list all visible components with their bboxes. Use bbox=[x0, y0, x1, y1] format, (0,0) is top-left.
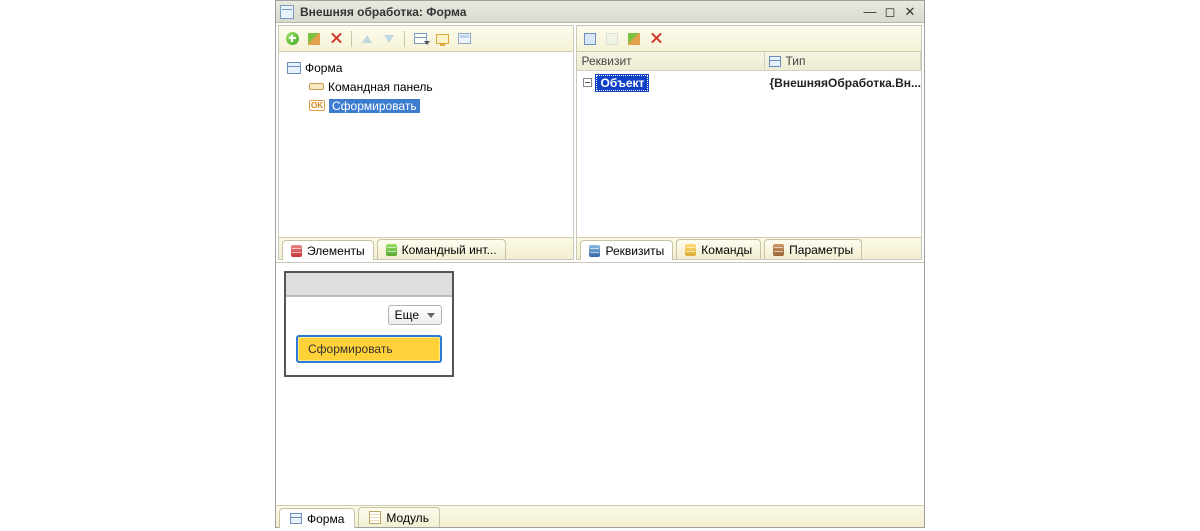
tab-form[interactable]: Форма bbox=[279, 508, 355, 528]
minimize-button[interactable]: — bbox=[860, 4, 880, 19]
tab-attributes[interactable]: Реквизиты bbox=[580, 240, 673, 260]
tree-node-cmdpanel[interactable]: Командная панель bbox=[283, 77, 569, 96]
add-button[interactable] bbox=[283, 30, 301, 48]
edit-attr-button[interactable] bbox=[625, 30, 643, 48]
tab-commands[interactable]: Команды bbox=[676, 239, 761, 259]
form-icon bbox=[458, 33, 471, 44]
column-header-attr[interactable]: Реквизит bbox=[577, 52, 765, 70]
tab-label: Элементы bbox=[307, 244, 365, 258]
grid-dropdown[interactable] bbox=[411, 30, 429, 48]
ok-button-icon: OK bbox=[309, 100, 325, 111]
command-panel-icon bbox=[309, 83, 324, 90]
tab-parameters[interactable]: Параметры bbox=[764, 239, 862, 259]
bottom-tabstrip: Форма Модуль bbox=[276, 505, 924, 527]
tab-label: Форма bbox=[307, 512, 344, 526]
delete-button[interactable] bbox=[327, 30, 345, 48]
stack-icon bbox=[589, 245, 600, 257]
close-button[interactable]: ✕ bbox=[900, 4, 920, 20]
preview-dropdown[interactable] bbox=[433, 30, 451, 48]
move-down-button[interactable] bbox=[380, 30, 398, 48]
stack-icon bbox=[386, 244, 397, 256]
tree-node-form[interactable]: Форма bbox=[283, 58, 569, 77]
chevron-down-icon bbox=[427, 313, 435, 318]
separator bbox=[404, 31, 405, 47]
plus-icon bbox=[286, 32, 299, 45]
more-label: Еще bbox=[395, 308, 419, 322]
stack-icon bbox=[685, 244, 696, 256]
elements-tree[interactable]: Форма Командная панель OK Сформировать bbox=[279, 52, 573, 237]
content-area: Форма Командная панель OK Сформировать Э… bbox=[276, 23, 924, 527]
top-panes: Форма Командная панель OK Сформировать Э… bbox=[276, 23, 924, 262]
tree-label-selected: Сформировать bbox=[329, 99, 420, 113]
tab-label: Параметры bbox=[789, 243, 853, 257]
stack-icon bbox=[773, 244, 784, 256]
button-label: Сформировать bbox=[308, 342, 393, 356]
add-attr-icon bbox=[584, 33, 596, 45]
add-attr-button[interactable] bbox=[581, 30, 599, 48]
tree-label: Форма bbox=[305, 61, 342, 75]
window-icon bbox=[280, 5, 294, 19]
form-icon bbox=[290, 513, 302, 524]
form-preview-area: Еще Сформировать bbox=[276, 262, 924, 505]
pencil-icon bbox=[308, 33, 320, 45]
delete-attr-button[interactable] bbox=[647, 30, 665, 48]
grid-body[interactable]: Объект {ВнешняяОбработка.Вн... bbox=[577, 71, 921, 237]
pencil-icon bbox=[628, 33, 640, 45]
tab-elements[interactable]: Элементы bbox=[282, 240, 374, 260]
stack-icon bbox=[291, 245, 302, 257]
arrow-up-icon bbox=[362, 35, 372, 43]
cell-name[interactable]: Объект bbox=[577, 75, 765, 91]
elements-pane: Форма Командная панель OK Сформировать Э… bbox=[278, 25, 574, 260]
x-icon bbox=[651, 33, 662, 44]
tree-label: Командная панель bbox=[328, 80, 433, 94]
preview-form: Еще Сформировать bbox=[284, 271, 454, 377]
generate-button[interactable]: Сформировать bbox=[296, 335, 442, 363]
cell-type[interactable]: {ВнешняяОбработка.Вн... bbox=[765, 76, 921, 90]
add-column-button[interactable] bbox=[603, 30, 621, 48]
window-title: Внешняя обработка: Форма bbox=[300, 5, 860, 19]
x-icon bbox=[331, 33, 342, 44]
cell-value-selected: Объект bbox=[596, 75, 648, 91]
tab-command-interface[interactable]: Командный инт... bbox=[377, 239, 506, 259]
tree-node-generate[interactable]: OK Сформировать bbox=[283, 96, 569, 115]
maximize-button[interactable]: ◻ bbox=[880, 4, 900, 20]
collapse-icon[interactable] bbox=[583, 78, 592, 87]
column-header-type[interactable]: Тип bbox=[765, 52, 921, 70]
form-editor-window: Внешняя обработка: Форма — ◻ ✕ bbox=[275, 0, 925, 528]
titlebar: Внешняя обработка: Форма — ◻ ✕ bbox=[276, 1, 924, 23]
left-toolbar bbox=[279, 26, 573, 52]
attributes-pane: Реквизит Тип Объект {ВнешняяОбработка.Вн… bbox=[576, 25, 922, 260]
arrow-down-icon bbox=[384, 35, 394, 43]
column-label: Реквизит bbox=[581, 54, 631, 68]
preview-titlebar bbox=[286, 273, 452, 297]
grid-icon bbox=[414, 33, 427, 44]
type-icon bbox=[769, 56, 781, 67]
more-button[interactable]: Еще bbox=[388, 305, 442, 325]
module-icon bbox=[369, 511, 381, 524]
right-tabstrip: Реквизиты Команды Параметры bbox=[577, 237, 921, 259]
column-label: Тип bbox=[785, 54, 805, 68]
tab-label: Реквизиты bbox=[605, 244, 664, 258]
left-tabstrip: Элементы Командный инт... bbox=[279, 237, 573, 259]
tab-label: Командный инт... bbox=[402, 243, 497, 257]
preview-body: Сформировать bbox=[286, 331, 452, 375]
move-up-button[interactable] bbox=[358, 30, 376, 48]
add-col-icon bbox=[606, 33, 618, 45]
form-dropdown[interactable] bbox=[455, 30, 473, 48]
edit-button[interactable] bbox=[305, 30, 323, 48]
right-toolbar bbox=[577, 26, 921, 52]
form-icon bbox=[287, 62, 301, 74]
grid-header: Реквизит Тип bbox=[577, 52, 921, 71]
separator bbox=[351, 31, 352, 47]
tab-module[interactable]: Модуль bbox=[358, 507, 440, 527]
tab-label: Модуль bbox=[386, 511, 429, 525]
tab-label: Команды bbox=[701, 243, 752, 257]
monitor-icon bbox=[436, 34, 449, 44]
grid-row[interactable]: Объект {ВнешняяОбработка.Вн... bbox=[577, 73, 921, 92]
preview-toolbar: Еще bbox=[286, 297, 452, 331]
